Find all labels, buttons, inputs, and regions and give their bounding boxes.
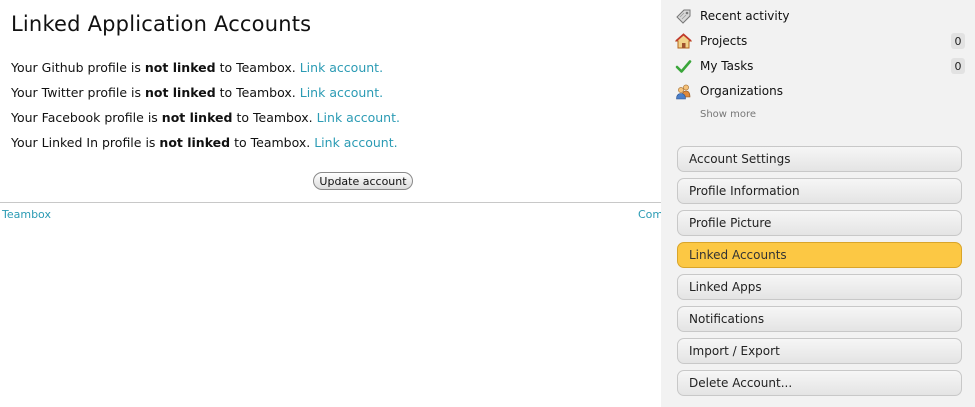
- row-status: not linked: [159, 135, 231, 150]
- twitter-link-account[interactable]: Link account.: [300, 85, 383, 100]
- twitter-link-row: Your Twitter profile is not linked to Te…: [11, 85, 383, 100]
- nav-projects[interactable]: Projects 0: [674, 30, 965, 52]
- nav-label: Projects: [700, 34, 748, 48]
- nav-label: Organizations: [700, 84, 783, 98]
- linkedin-link-row: Your Linked In profile is not linked to …: [11, 135, 398, 150]
- row-suffix: to Teambox.: [236, 110, 313, 125]
- row-status: not linked: [144, 85, 216, 100]
- row-prefix: Your Linked In profile is: [11, 135, 156, 150]
- github-link-account[interactable]: Link account.: [300, 60, 383, 75]
- update-account-button[interactable]: Update account: [313, 172, 413, 190]
- people-icon: [675, 83, 692, 100]
- nav-label: My Tasks: [700, 59, 754, 73]
- row-status: not linked: [144, 60, 216, 75]
- nav-label: Recent activity: [700, 9, 790, 23]
- sidebar: Recent activity Projects 0 My Tasks 0 Or…: [661, 0, 975, 407]
- row-suffix: to Teambox.: [234, 135, 311, 150]
- profile-picture-button[interactable]: Profile Picture: [677, 210, 962, 236]
- import-export-button[interactable]: Import / Export: [677, 338, 962, 364]
- linked-accounts-button[interactable]: Linked Accounts: [677, 242, 962, 268]
- row-status: not linked: [161, 110, 233, 125]
- linked-apps-button[interactable]: Linked Apps: [677, 274, 962, 300]
- projects-count-badge: 0: [951, 33, 965, 49]
- row-prefix: Your Github profile is: [11, 60, 141, 75]
- facebook-link-row: Your Facebook profile is not linked to T…: [11, 110, 400, 125]
- main-content: Linked Application Accounts Your Github …: [0, 0, 661, 407]
- row-prefix: Your Facebook profile is: [11, 110, 158, 125]
- footer-teambox-link[interactable]: Teambox: [2, 208, 51, 221]
- profile-information-button[interactable]: Profile Information: [677, 178, 962, 204]
- notifications-button[interactable]: Notifications: [677, 306, 962, 332]
- nav-recent-activity[interactable]: Recent activity: [675, 5, 965, 27]
- linkedin-link-account[interactable]: Link account.: [314, 135, 397, 150]
- facebook-link-account[interactable]: Link account.: [317, 110, 400, 125]
- row-suffix: to Teambox.: [219, 60, 296, 75]
- footer-com-link[interactable]: Com: [638, 208, 661, 221]
- row-suffix: to Teambox.: [219, 85, 296, 100]
- row-prefix: Your Twitter profile is: [11, 85, 141, 100]
- checkmark-icon: [675, 58, 692, 75]
- show-more-link[interactable]: Show more: [700, 109, 756, 120]
- footer-divider: [0, 202, 661, 203]
- nav-organizations[interactable]: Organizations: [675, 80, 965, 102]
- page-title: Linked Application Accounts: [11, 12, 312, 36]
- github-link-row: Your Github profile is not linked to Tea…: [11, 60, 383, 75]
- delete-account-button[interactable]: Delete Account...: [677, 370, 962, 396]
- account-settings-button[interactable]: Account Settings: [677, 146, 962, 172]
- tasks-count-badge: 0: [951, 58, 965, 74]
- house-icon: [674, 32, 693, 50]
- tag-icon: [675, 8, 692, 25]
- nav-my-tasks[interactable]: My Tasks 0: [675, 55, 965, 77]
